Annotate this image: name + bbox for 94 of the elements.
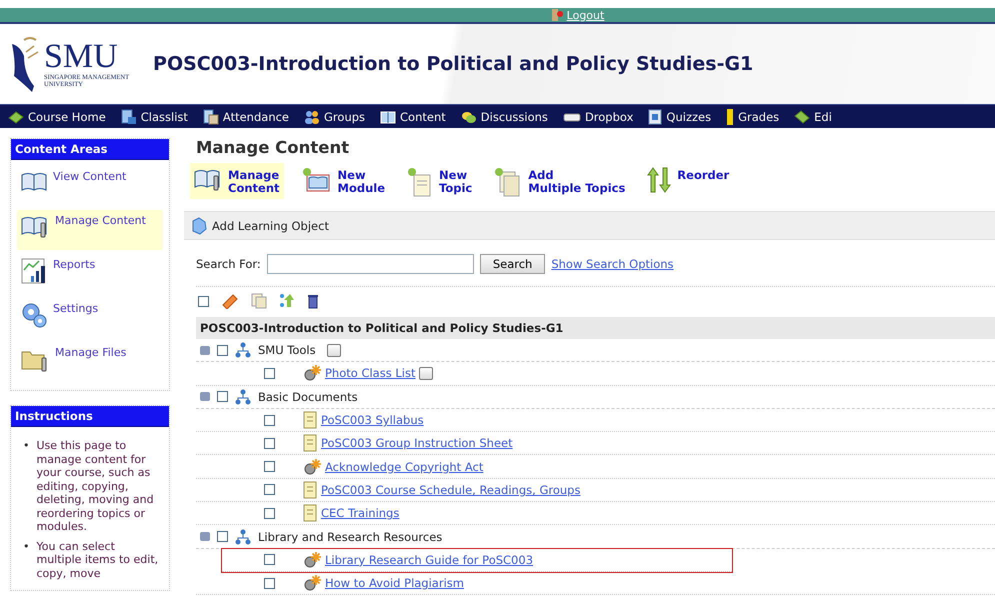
- sidebar-item[interactable]: Manage Content: [17, 210, 163, 250]
- book-wrench-icon: [21, 214, 49, 238]
- search-button[interactable]: Search: [480, 254, 546, 274]
- toolbar-button[interactable]: Reorder: [643, 163, 734, 197]
- book-wrench-icon: [194, 167, 222, 191]
- topic-link[interactable]: PoSC003 Course Schedule, Readings, Groups: [321, 482, 580, 497]
- document-icon: [648, 108, 662, 124]
- topic-link[interactable]: PoSC003 Syllabus: [321, 413, 424, 428]
- nav-link[interactable]: Classlist: [120, 108, 188, 124]
- document-icon: [303, 411, 317, 430]
- panel-title: Instructions: [11, 406, 169, 427]
- new-document-icon: [407, 167, 434, 197]
- tray-icon: [562, 112, 581, 122]
- list-icon: [120, 108, 137, 124]
- topic-link[interactable]: Acknowledge Copyright Act: [325, 460, 484, 474]
- panel-title: Content Areas: [11, 139, 169, 160]
- clipboard-icon: [202, 108, 219, 124]
- move-icon[interactable]: [279, 293, 295, 309]
- checkbox[interactable]: [264, 508, 275, 519]
- checkbox[interactable]: [217, 391, 228, 402]
- speech-bubbles-icon: [460, 110, 477, 124]
- module-name[interactable]: Library and Research Resources: [258, 530, 442, 544]
- gear-star-icon: [303, 458, 321, 476]
- search-label: Search For:: [196, 257, 261, 271]
- toolbar-button[interactable]: New Module: [298, 163, 390, 199]
- module-name[interactable]: Basic Documents: [258, 390, 358, 404]
- add-learning-object-link[interactable]: Add Learning Object: [212, 218, 329, 232]
- course-title: POSC003-Introduction to Political and Policy Studies-G1: [153, 53, 754, 75]
- sidebar-item[interactable]: Settings: [17, 298, 163, 338]
- collapse-toggle[interactable]: [200, 532, 210, 542]
- gear-star-icon: [303, 574, 321, 592]
- nav-link[interactable]: Edi: [794, 110, 832, 124]
- show-search-options-link[interactable]: Show Search Options: [551, 257, 674, 271]
- trash-icon[interactable]: [307, 293, 319, 309]
- hierarchy-icon: [235, 528, 251, 545]
- nav-link[interactable]: Discussions: [460, 110, 548, 124]
- sidebar-item[interactable]: Reports: [17, 254, 163, 294]
- up-down-arrows-icon: [647, 167, 672, 193]
- nav-link[interactable]: Grades: [726, 108, 780, 126]
- collapse-toggle[interactable]: [200, 346, 210, 355]
- nav-link[interactable]: Quizzes: [648, 108, 712, 124]
- page-title: Manage Content: [196, 138, 350, 157]
- bar-icon: [726, 108, 734, 126]
- logo-emblem-icon: [10, 34, 40, 94]
- toolbar-button[interactable]: Add Multiple Topics: [490, 163, 630, 201]
- document-icon: [303, 434, 317, 452]
- people-icon: [304, 108, 320, 124]
- nav-link[interactable]: Content: [380, 110, 446, 124]
- checkbox[interactable]: [217, 531, 228, 542]
- checkbox[interactable]: [264, 484, 275, 496]
- collapse-toggle[interactable]: [200, 392, 210, 402]
- context-menu-button[interactable]: [326, 344, 341, 357]
- checkbox[interactable]: [217, 344, 228, 356]
- bullet: •: [23, 439, 30, 454]
- checkbox[interactable]: [264, 554, 275, 566]
- checkbox[interactable]: [264, 461, 275, 472]
- new-module-icon: [302, 167, 332, 193]
- gear-star-icon: [303, 550, 321, 569]
- topic-link[interactable]: CEC Trainings: [321, 506, 400, 520]
- new-documents-icon: [494, 167, 522, 197]
- checkbox[interactable]: [264, 578, 275, 589]
- hierarchy-icon: [235, 342, 251, 358]
- gear-star-icon: [303, 364, 321, 382]
- tag-icon: [794, 110, 810, 124]
- hierarchy-icon: [235, 388, 251, 405]
- gears-icon: [21, 302, 47, 328]
- checkbox[interactable]: [264, 438, 275, 449]
- nav-link[interactable]: Dropbox: [562, 110, 634, 124]
- topic-link[interactable]: Library Research Guide for PoSC003: [325, 552, 534, 567]
- instruction-text: Use this page to manage content for your course, such as editing, copying, deleting, moving and reordering topics or modules.: [36, 439, 155, 534]
- document-icon: [303, 504, 317, 522]
- chart-icon: [21, 258, 47, 284]
- nav-link[interactable]: Course Home: [8, 110, 106, 124]
- document-icon: [303, 480, 317, 499]
- sidebar-item[interactable]: View Content: [17, 166, 163, 206]
- toolbar-button[interactable]: Manage Content: [190, 163, 284, 199]
- logo-name: SMU: [44, 40, 118, 74]
- topic-link[interactable]: PoSC003 Group Instruction Sheet: [321, 436, 513, 450]
- context-menu-button[interactable]: [419, 366, 434, 380]
- topic-link[interactable]: Photo Class List: [325, 366, 416, 380]
- search-field[interactable]: [266, 254, 474, 274]
- topic-link[interactable]: How to Avoid Plagiarism: [325, 576, 464, 590]
- checkbox[interactable]: [198, 296, 209, 306]
- bullet: •: [23, 540, 30, 554]
- checkbox[interactable]: [264, 368, 275, 379]
- course-heading: POSC003-Introduction to Political and Policy Studies-G1: [196, 317, 995, 339]
- pencil-icon[interactable]: [221, 293, 239, 309]
- toolbar-button[interactable]: New Topic: [403, 163, 476, 201]
- sidebar-item[interactable]: Manage Files: [17, 342, 163, 382]
- module-name[interactable]: SMU Tools: [258, 343, 316, 358]
- nav-link[interactable]: Groups: [304, 108, 366, 124]
- instruction-text: You can select multiple items to edit, copy, move: [36, 540, 160, 580]
- nav-link[interactable]: Attendance: [202, 108, 290, 124]
- checkbox[interactable]: [264, 414, 275, 426]
